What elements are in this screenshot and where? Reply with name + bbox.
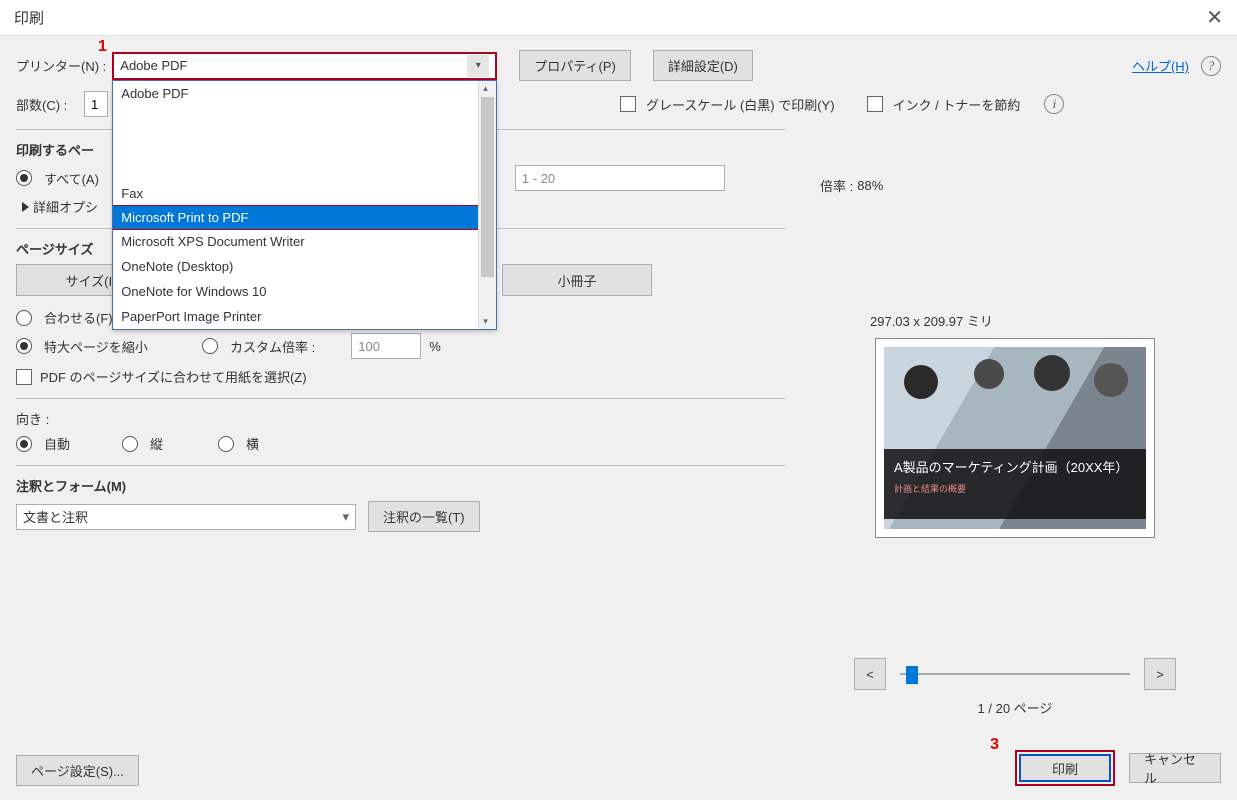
printer-combo[interactable]: Adobe PDF ▾ Adobe PDF Fax Microsoft Prin… (112, 52, 497, 80)
all-radio[interactable] (16, 170, 32, 186)
printer-label: プリンター(N) : (16, 56, 106, 75)
printer-option[interactable] (113, 106, 496, 131)
custom-label: カスタム倍率 : (230, 337, 315, 356)
help-link[interactable]: ヘルプ(H) (1132, 56, 1189, 75)
auto-radio[interactable] (16, 436, 32, 452)
page-info: 1 / 20 ページ (820, 698, 1210, 717)
shrink-label: 特大ページを縮小 (44, 337, 194, 356)
cancel-button[interactable]: キャンセル (1129, 753, 1221, 783)
printer-option[interactable] (113, 156, 496, 181)
printer-option-selected[interactable]: Microsoft Print to PDF (113, 205, 496, 230)
copies-label: 部数(C) : (16, 95, 78, 114)
printer-option[interactable]: PaperPort Image Printer (113, 304, 496, 329)
choose-paper-checkbox[interactable] (16, 369, 32, 385)
grayscale-checkbox[interactable] (620, 96, 636, 112)
printer-option[interactable]: Adobe PDF (113, 81, 496, 106)
shrink-radio[interactable] (16, 338, 32, 354)
custom-scale-input[interactable] (351, 333, 421, 359)
properties-button[interactable]: プロパティ(P) (519, 50, 631, 81)
orient-heading: 向き : (16, 409, 786, 428)
printer-option[interactable] (113, 131, 496, 156)
next-page-button[interactable]: > (1144, 658, 1176, 690)
zoom-slider[interactable] (900, 664, 1130, 684)
grayscale-label: グレースケール (白黒) で印刷(Y) (646, 95, 835, 114)
landscape-label: 横 (246, 434, 259, 453)
advanced-button[interactable]: 詳細設定(D) (653, 50, 753, 81)
printer-value: Adobe PDF (120, 58, 187, 73)
portrait-radio[interactable] (122, 436, 138, 452)
all-label: すべて(A) (44, 169, 99, 188)
comments-value: 文書と注釈 (23, 507, 88, 526)
printer-option[interactable]: OneNote for Windows 10 (113, 279, 496, 304)
custom-radio[interactable] (202, 338, 218, 354)
choose-paper-label: PDF のページサイズに合わせて用紙を選択(Z) (40, 367, 307, 386)
auto-label: 自動 (44, 434, 114, 453)
scale-label: 倍率 : (820, 176, 853, 195)
landscape-radio[interactable] (218, 436, 234, 452)
chevron-down-icon: ▾ (342, 509, 349, 525)
dimensions: 297.03 x 209.97 ミリ (870, 311, 1210, 330)
printer-option[interactable]: Microsoft XPS Document Writer (113, 229, 496, 254)
expand-icon[interactable] (22, 202, 29, 212)
page-setup-button[interactable]: ページ設定(S)... (16, 755, 139, 786)
titlebar: 印刷 ✕ (0, 0, 1237, 36)
window-title: 印刷 (14, 7, 44, 28)
comments-heading: 注釈とフォーム(M) (16, 476, 786, 495)
summarize-button[interactable]: 注釈の一覧(T) (368, 501, 480, 532)
printer-option[interactable]: Fax (113, 181, 496, 206)
more-options[interactable]: 詳細オプシ (33, 197, 98, 216)
copies-input[interactable] (84, 91, 108, 117)
percent-label: % (429, 339, 441, 354)
scale-value: 88% (857, 178, 883, 193)
printer-option[interactable]: OneNote (Desktop) (113, 254, 496, 279)
page-range-input[interactable] (515, 165, 725, 191)
chevron-down-icon[interactable]: ▾ (467, 55, 489, 77)
slide-sub: 計画と結果の概要 (894, 482, 1136, 495)
print-button[interactable]: 印刷 (1015, 750, 1115, 786)
annotation-1: 1 (98, 38, 107, 56)
portrait-label: 縦 (150, 434, 210, 453)
printer-dropdown: Adobe PDF Fax Microsoft Print to PDF Mic… (112, 80, 497, 330)
booklet-tab[interactable]: 小冊子 (502, 264, 652, 296)
scrollbar[interactable] (478, 81, 496, 329)
prev-page-button[interactable]: < (854, 658, 886, 690)
help-icon[interactable]: ? (1201, 56, 1221, 76)
preview: A製品のマーケティング計画（20XX年） 計画と結果の概要 (875, 338, 1155, 538)
slide-title: A製品のマーケティング計画（20XX年） (894, 457, 1136, 476)
close-icon[interactable]: ✕ (1206, 5, 1223, 30)
fit-radio[interactable] (16, 310, 32, 326)
comments-combo[interactable]: 文書と注釈 ▾ (16, 504, 356, 530)
